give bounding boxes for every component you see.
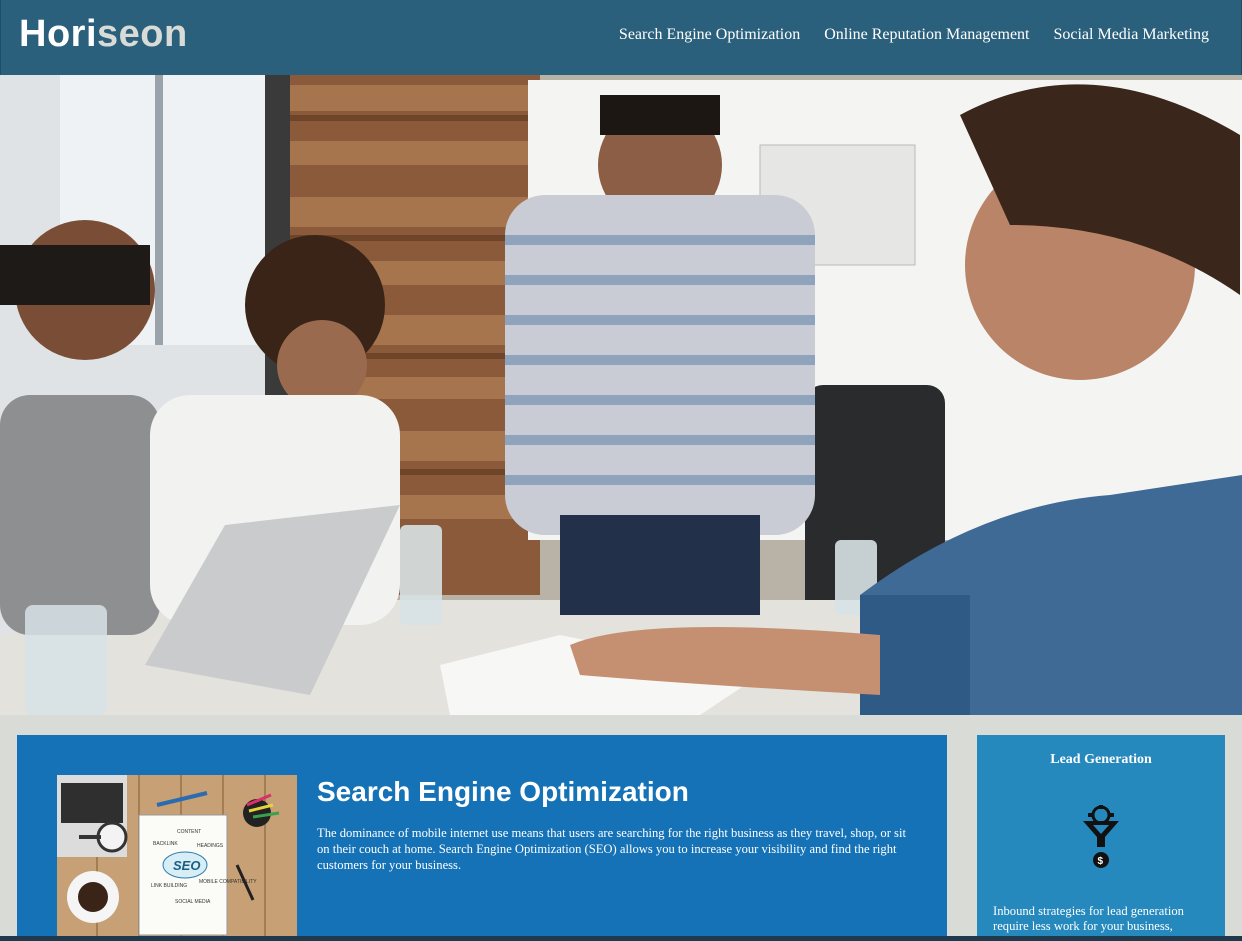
nav-link-seo[interactable]: Search Engine Optimization	[619, 26, 800, 44]
svg-text:$: $	[1098, 856, 1104, 867]
main-nav: Search Engine Optimization Online Reputa…	[619, 26, 1209, 44]
lead-generation-title: Lead Generation	[1050, 752, 1152, 767]
seo-section: CONTENT BACKLINK HEADINGS SEO LINK BUILD…	[17, 735, 947, 941]
seo-word-social: SOCIAL MEDIA	[175, 899, 211, 905]
seo-word-mobile: MOBILE COMPATIBILITY	[199, 879, 257, 885]
seo-word-headings: HEADINGS	[197, 843, 224, 849]
nav-link-social[interactable]: Social Media Marketing	[1053, 26, 1209, 44]
seo-word-link-building: LINK BUILDING	[151, 883, 187, 889]
nav-link-reputation[interactable]: Online Reputation Management	[824, 26, 1029, 44]
seo-image: CONTENT BACKLINK HEADINGS SEO LINK BUILD…	[57, 775, 297, 941]
bottom-edge	[0, 936, 1242, 941]
seo-word-content: CONTENT	[177, 829, 201, 835]
seo-title: Search Engine Optimization	[317, 776, 689, 807]
lead-generation-card: Lead Generation $ Inbound strategies for…	[977, 735, 1225, 941]
site-header: Horiseon Search Engine Optimization Onli…	[0, 0, 1242, 75]
hero-photo-illustration	[0, 75, 1242, 715]
seo-description: The dominance of mobile internet use mea…	[317, 826, 906, 872]
logo-text-hori: Hori	[19, 13, 97, 55]
seo-word-seo: SEO	[173, 858, 200, 873]
seo-word-backlink: BACKLINK	[153, 841, 178, 847]
lead-generation-text: Inbound strategies for lead generation r…	[993, 904, 1184, 933]
logo-text-seon: seon	[97, 13, 188, 55]
lead-funnel-icon: $	[1081, 805, 1121, 869]
hero-image	[0, 75, 1242, 715]
site-logo[interactable]: Horiseon	[19, 13, 188, 56]
